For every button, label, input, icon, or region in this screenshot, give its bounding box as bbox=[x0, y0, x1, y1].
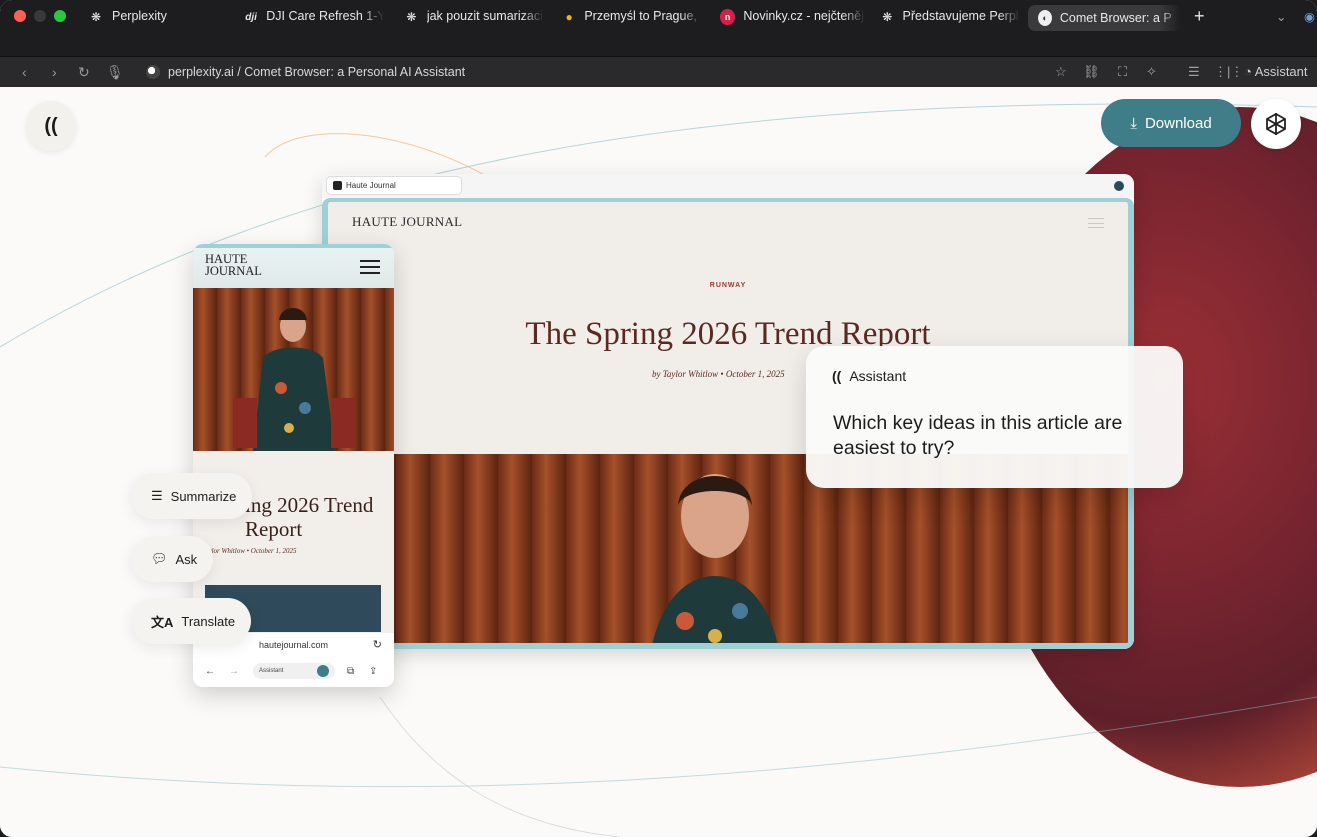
extensions-icon[interactable]: ✧ bbox=[1146, 63, 1157, 81]
assistant-label: (( Assistant bbox=[832, 368, 907, 384]
tab-predstavujeme[interactable]: ❋ Představujeme Perplex bbox=[880, 7, 1020, 49]
microphone-icon[interactable]: 🎙︎ bbox=[106, 63, 124, 81]
close-window-button[interactable] bbox=[14, 10, 26, 22]
screenshot-icon[interactable]: ⛶ bbox=[1118, 63, 1127, 81]
mobile-byline: aylor Whitlow • October 1, 2025 bbox=[205, 547, 297, 555]
mobile-header: HAUTE JOURNAL bbox=[193, 244, 394, 288]
back-icon[interactable]: ‹ bbox=[22, 63, 27, 81]
mobile-share-icon: ⇪ bbox=[369, 666, 378, 677]
perplexity-logo-icon: (( bbox=[44, 114, 58, 137]
bookmark-star-icon[interactable]: ☆ bbox=[1055, 63, 1067, 81]
address-bar-row: ‹ › ↻ 🎙︎ perplexity.ai / Comet Browser: … bbox=[0, 56, 1317, 87]
tab-list-chevron-icon[interactable]: ⌄ bbox=[1276, 7, 1292, 49]
summarize-button[interactable]: ☰ Summarize bbox=[131, 473, 253, 519]
model-portrait-image bbox=[652, 474, 778, 643]
site-favicon-icon bbox=[146, 65, 160, 79]
mobile-model-image bbox=[233, 308, 355, 451]
url-field[interactable]: perplexity.ai / Comet Browser: a Persona… bbox=[146, 63, 465, 81]
translate-icon: 文A bbox=[151, 614, 174, 630]
tab-dji[interactable]: dji DJI Care Refresh 1-Yea bbox=[244, 7, 384, 49]
haute-journal-favicon-icon bbox=[333, 181, 342, 190]
assistant-card: (( Assistant Which key ideas in this art… bbox=[806, 346, 1183, 488]
ask-button[interactable]: 💬︎ Ask bbox=[131, 536, 214, 582]
tab-bar: ❋ Perplexity dji DJI Care Refresh 1-Yea … bbox=[0, 0, 1317, 56]
comet-icon: ◐ bbox=[1038, 10, 1052, 26]
reader-icon[interactable]: ☰ bbox=[1188, 63, 1200, 81]
mockup-tab: Haute Journal bbox=[326, 176, 462, 195]
menu-icon bbox=[1088, 218, 1104, 228]
minimize-window-button[interactable] bbox=[34, 10, 46, 22]
mobile-comet-icon bbox=[317, 665, 329, 677]
tab-perplexity[interactable]: ❋ Perplexity bbox=[88, 7, 228, 49]
extension-icon[interactable]: ◉ bbox=[1304, 7, 1317, 49]
tab-maps[interactable]: ● Przemyśl to Prague, Cz bbox=[562, 7, 702, 49]
mockup-tab-strip: Haute Journal bbox=[322, 174, 1134, 198]
mobile-tabs-icon: ⧉ bbox=[347, 666, 355, 677]
perplexity-icon: ❋ bbox=[406, 10, 417, 24]
mobile-hero-image bbox=[193, 288, 394, 451]
link-icon[interactable]: ⛓ bbox=[1083, 63, 1100, 81]
perplexity-icon: ❋ bbox=[90, 10, 102, 24]
mobile-reload-icon: ↻ bbox=[372, 639, 382, 651]
mobile-back-icon: ← bbox=[205, 666, 215, 677]
zoom-window-button[interactable] bbox=[54, 10, 66, 22]
perplexity-mark-button[interactable] bbox=[1251, 99, 1301, 149]
novinky-icon: n bbox=[720, 9, 736, 25]
page-content: (( ⤓ Download Haute Journal HAUTE JOURNA… bbox=[0, 87, 1317, 837]
mobile-site-title: HAUTE JOURNAL bbox=[205, 252, 262, 278]
tab-sumarizace[interactable]: ❋ jak pouzit sumarizaci n bbox=[404, 7, 544, 49]
reload-icon[interactable]: ↻ bbox=[78, 63, 90, 81]
mockup-profile-icon bbox=[1114, 181, 1124, 191]
section-label: RUNWAY bbox=[709, 282, 747, 289]
assistant-button[interactable]: ◔ Assistant bbox=[1244, 63, 1308, 81]
site-title: HAUTE JOURNAL bbox=[352, 214, 463, 229]
perplexity-mark-icon bbox=[1266, 112, 1286, 136]
mobile-toolbar: ← → Assistant ⧉ ⇪ bbox=[193, 656, 394, 687]
perplexity-logo-button[interactable]: (( bbox=[26, 101, 76, 151]
audio-icon[interactable]: ⋮|⋮ bbox=[1214, 63, 1243, 81]
article-byline: by Taylor Whitlow • October 1, 2025 bbox=[652, 369, 785, 379]
download-button[interactable]: ⤓ Download bbox=[1101, 99, 1241, 147]
perplexity-icon: ❋ bbox=[882, 10, 893, 24]
dji-icon: dji bbox=[245, 11, 257, 23]
translate-button[interactable]: 文A Translate bbox=[131, 598, 252, 644]
comet-logo-icon: (( bbox=[832, 368, 842, 384]
download-icon: ⤓ bbox=[1130, 114, 1137, 132]
tab-novinky[interactable]: n Novinky.cz - nejčtenějš bbox=[720, 7, 865, 49]
tab-comet-active[interactable]: ◐ Comet Browser: a Pers bbox=[1028, 5, 1182, 31]
chat-bubble-icon: 💬︎ bbox=[151, 551, 168, 566]
new-tab-button[interactable]: + bbox=[1194, 4, 1214, 46]
map-pin-icon: ● bbox=[565, 10, 573, 24]
mobile-forward-icon: → bbox=[229, 666, 239, 677]
assistant-question: Which key ideas in this article are easi… bbox=[833, 412, 1123, 459]
comet-logo-icon: ◔ bbox=[1244, 64, 1252, 79]
mobile-menu-icon bbox=[360, 260, 380, 274]
browser-window: ❋ Perplexity dji DJI Care Refresh 1-Yea … bbox=[0, 0, 1317, 837]
forward-icon[interactable]: › bbox=[52, 63, 57, 81]
lines-icon: ☰ bbox=[151, 488, 163, 503]
